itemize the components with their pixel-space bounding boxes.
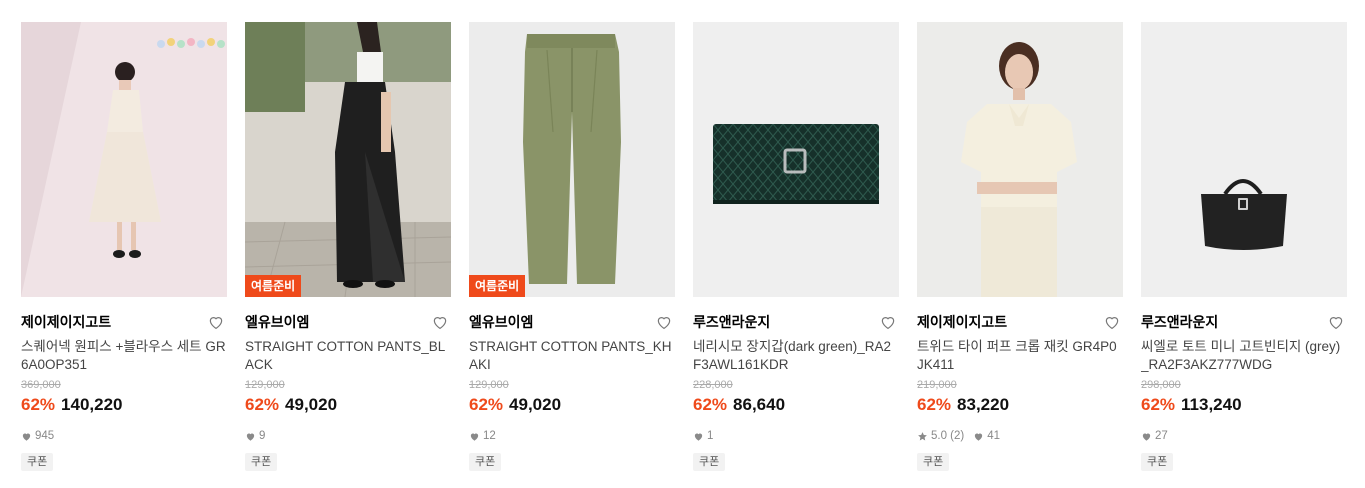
original-price: 129,000 [245, 379, 285, 391]
sale-price: 113,240 [1181, 395, 1242, 414]
heart-icon[interactable] [431, 313, 449, 331]
product-name[interactable]: 네리시모 장지갑(dark green)_RA2F3AWL161KDR [693, 338, 899, 374]
like-count-value: 1 [707, 430, 714, 442]
like-count: 9 [245, 430, 265, 442]
like-count: 27 [1141, 430, 1168, 442]
product-name[interactable]: 스퀘어넥 원피스 +블라우스 세트 GR6A0OP351 [21, 338, 227, 374]
heart-filled-icon [694, 433, 703, 441]
brand-name[interactable]: 제이제이지고트 [917, 312, 1007, 332]
original-price: 219,000 [917, 379, 957, 391]
heart-filled-icon [975, 433, 983, 441]
product-card[interactable]: 루즈앤라운지 씨엘로 토트 미니 고트빈티지 (grey)_RA2F3AKZ77… [1141, 22, 1347, 471]
product-stats: 5.0 (2) 41 [917, 429, 1123, 443]
original-price: 369,000 [21, 379, 61, 391]
heart-filled-icon [22, 433, 31, 441]
like-count: 945 [21, 430, 54, 442]
sale-price: 49,020 [285, 395, 338, 414]
product-card[interactable]: 여름준비 엘유브이엠 STRAIGHT COTTON PANTS_KHAKI 1… [469, 22, 675, 471]
rating-value: 5.0 (2) [931, 430, 965, 442]
product-card[interactable]: 여름준비 엘유브이엠 STRAIGHT COTTON PANTS_BLACK 1… [245, 22, 451, 471]
brand-name[interactable]: 루즈앤라운지 [693, 312, 770, 332]
price-row: 62% 113,240 [1141, 394, 1347, 416]
discount-rate: 62% [917, 395, 952, 414]
like-count-value: 27 [1155, 430, 1168, 442]
heart-filled-icon [470, 433, 479, 441]
sale-price: 86,640 [733, 395, 786, 414]
coupon-badge: 쿠폰 [1141, 453, 1174, 471]
price-row: 62% 49,020 [245, 394, 451, 416]
heart-filled-icon [1142, 433, 1151, 441]
brand-name[interactable]: 엘유브이엠 [245, 312, 309, 332]
sale-price: 83,220 [957, 395, 1010, 414]
product-photo [917, 22, 1123, 297]
price-row: 62% 83,220 [917, 394, 1123, 416]
heart-icon[interactable] [1103, 313, 1121, 331]
heart-filled-icon [246, 433, 255, 441]
discount-rate: 62% [693, 395, 728, 414]
product-image[interactable] [1141, 22, 1347, 297]
coupon-badge: 쿠폰 [245, 453, 278, 471]
sale-price: 49,020 [509, 395, 562, 414]
product-card[interactable]: 제이제이지고트 트위드 타이 퍼프 크롭 재킷 GR4P0JK411 219,0… [917, 22, 1123, 471]
original-price: 298,000 [1141, 379, 1181, 391]
brand-name[interactable]: 루즈앤라운지 [1141, 312, 1218, 332]
coupon-badge: 쿠폰 [469, 453, 502, 471]
product-photo [693, 22, 899, 297]
like-count: 41 [973, 430, 1000, 442]
promo-tag: 여름준비 [469, 275, 526, 297]
product-name[interactable]: STRAIGHT COTTON PANTS_KHAKI [469, 338, 675, 374]
product-card[interactable]: 제이제이지고트 스퀘어넥 원피스 +블라우스 세트 GR6A0OP351 369… [21, 22, 227, 471]
product-photo [469, 22, 675, 297]
original-price: 129,000 [469, 379, 509, 391]
heart-icon[interactable] [879, 313, 897, 331]
product-photo [1141, 22, 1347, 297]
discount-rate: 62% [245, 395, 280, 414]
product-image[interactable]: 여름준비 [245, 22, 451, 297]
price-row: 62% 140,220 [21, 394, 227, 416]
product-stats: 945 [21, 429, 227, 443]
product-grid: 제이제이지고트 스퀘어넥 원피스 +블라우스 세트 GR6A0OP351 369… [0, 0, 1365, 488]
like-count-value: 945 [35, 430, 55, 442]
product-card[interactable]: 루즈앤라운지 네리시모 장지갑(dark green)_RA2F3AWL161K… [693, 22, 899, 471]
like-count-value: 9 [259, 430, 266, 442]
product-photo [245, 22, 451, 297]
like-count: 1 [693, 430, 713, 442]
rating: 5.0 (2) [917, 430, 964, 442]
product-image[interactable] [21, 22, 227, 297]
product-image[interactable]: 여름준비 [469, 22, 675, 297]
product-name[interactable]: 씨엘로 토트 미니 고트빈티지 (grey)_RA2F3AKZ777WDG [1141, 338, 1347, 374]
heart-icon[interactable] [655, 313, 673, 331]
coupon-badge: 쿠폰 [917, 453, 950, 471]
discount-rate: 62% [469, 395, 504, 414]
like-count: 12 [469, 430, 496, 442]
star-icon [918, 431, 927, 440]
product-stats: 27 [1141, 429, 1347, 443]
discount-rate: 62% [21, 395, 56, 414]
like-count-value: 12 [483, 430, 496, 442]
brand-name[interactable]: 엘유브이엠 [469, 312, 533, 332]
like-count-value: 41 [987, 430, 1001, 442]
sale-price: 140,220 [61, 395, 123, 414]
promo-tag: 여름준비 [245, 275, 302, 297]
original-price: 228,000 [693, 379, 733, 391]
price-row: 62% 49,020 [469, 394, 675, 416]
product-name[interactable]: STRAIGHT COTTON PANTS_BLACK [245, 338, 451, 374]
product-stats: 12 [469, 429, 675, 443]
coupon-badge: 쿠폰 [693, 453, 726, 471]
price-row: 62% 86,640 [693, 394, 899, 416]
heart-icon[interactable] [1327, 313, 1345, 331]
coupon-badge: 쿠폰 [21, 453, 54, 471]
product-name[interactable]: 트위드 타이 퍼프 크롭 재킷 GR4P0JK411 [917, 338, 1123, 374]
product-image[interactable] [693, 22, 899, 297]
product-image[interactable] [917, 22, 1123, 297]
product-photo [21, 22, 227, 297]
brand-name[interactable]: 제이제이지고트 [21, 312, 111, 332]
product-stats: 1 [693, 429, 899, 443]
product-stats: 9 [245, 429, 451, 443]
heart-icon[interactable] [207, 313, 225, 331]
discount-rate: 62% [1141, 395, 1176, 414]
